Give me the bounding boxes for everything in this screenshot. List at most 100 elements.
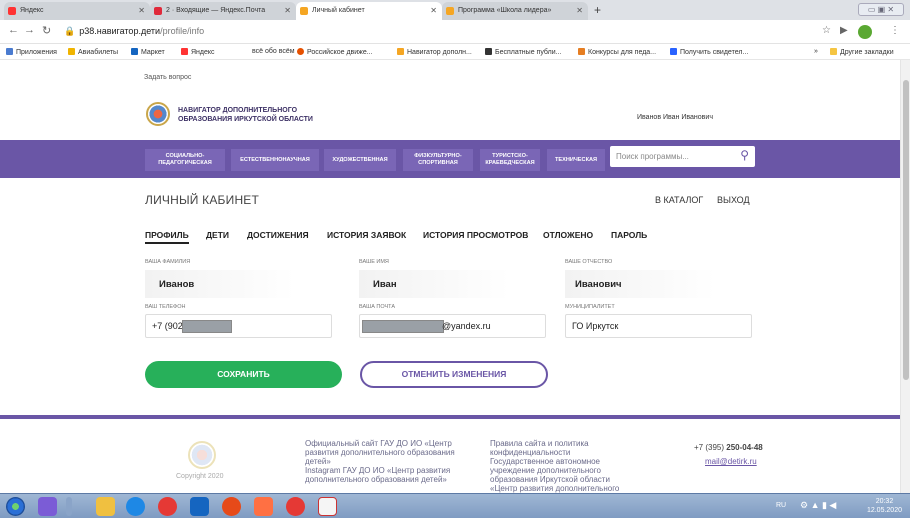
bookmark-market[interactable]: Маркет — [131, 48, 165, 56]
municipality-field[interactable]: ГО Иркутск — [565, 314, 752, 338]
chrome-icon[interactable] — [158, 497, 177, 516]
bookmarks-bar: Приложения Авиабилеты Маркет Яндекс всё … — [0, 44, 910, 60]
tab-achievements[interactable]: ДОСТИЖЕНИЯ — [247, 230, 309, 240]
tab-program[interactable]: Программа «Школа лидера» ✕ — [442, 2, 588, 20]
search-icon[interactable]: ⚲ — [740, 148, 749, 162]
language-indicator[interactable]: RU — [776, 502, 786, 509]
browser-tabstrip: Яндекс ✕ 2 · Входящие — Яндекс.Почта ✕ Л… — [0, 0, 910, 20]
footer-phone[interactable]: +7 (395) 250-04-48 — [694, 443, 763, 452]
clock[interactable]: 20:32 12.05.2020 — [867, 497, 902, 515]
patronymic-field[interactable]: Иванович — [565, 272, 752, 296]
tab-mail[interactable]: 2 · Входящие — Яндекс.Почта ✕ — [150, 2, 296, 20]
phone-label: ВАШ ТЕЛЕФОН — [145, 304, 186, 310]
bookmarks-more[interactable]: » — [814, 48, 818, 55]
save-button[interactable]: СОХРАНИТЬ — [145, 361, 342, 388]
category-science[interactable]: ЕСТЕСТВЕННОНАУЧНАЯ — [231, 149, 319, 171]
category-sport[interactable]: ФИЗКУЛЬТУРНО-СПОРТИВНАЯ — [403, 149, 473, 171]
bookmark-navigator[interactable]: Навигатор дополн... — [397, 48, 472, 56]
extension-icon[interactable] — [858, 25, 872, 39]
publication-icon — [485, 48, 492, 55]
tab-requests-history[interactable]: ИСТОРИЯ ЗАЯВОК — [327, 230, 406, 240]
back-icon[interactable]: ← — [8, 24, 19, 36]
app-icon[interactable] — [254, 497, 273, 516]
bookmark-rdsh[interactable]: Российское движе... — [297, 48, 373, 56]
logo-line: ОБРАЗОВАНИЯ ИРКУТСКОЙ ОБЛАСТИ — [178, 116, 313, 123]
bookmark-label: Авиабилеты — [78, 49, 119, 56]
app-icon[interactable] — [222, 497, 241, 516]
bookmark-label: Яндекс — [191, 49, 215, 56]
tab-password[interactable]: ПАРОЛЬ — [611, 230, 647, 240]
window-controls[interactable]: ▭ ▣ ✕ — [858, 3, 904, 16]
menu-icon[interactable]: ⋮ — [890, 25, 900, 36]
app-icon[interactable] — [38, 497, 57, 516]
rules-link[interactable]: конфиденциальности — [490, 448, 619, 457]
bookmark-contests[interactable]: Конкурсы для педа... — [578, 48, 656, 56]
close-icon[interactable]: ✕ — [284, 2, 291, 20]
name-field[interactable]: Иван — [359, 272, 546, 296]
tab-views-history[interactable]: ИСТОРИЯ ПРОСМОТРОВ — [423, 230, 528, 240]
cancel-changes-button[interactable]: ОТМЕНИТЬ ИЗМЕНЕНИЯ — [360, 361, 548, 388]
reload-icon[interactable]: ↻ — [42, 24, 51, 37]
yandex-icon[interactable] — [318, 497, 337, 516]
catalog-link[interactable]: В КАТАЛОГ — [655, 195, 703, 205]
tab-postponed[interactable]: ОТЛОЖЕНО — [543, 230, 593, 240]
tray-icons[interactable]: ⚙ ▲ ▮ ◀ — [800, 500, 836, 511]
redacted-block — [362, 320, 444, 333]
forward-icon[interactable]: → — [24, 24, 35, 36]
surname-field[interactable]: Иванов — [145, 272, 332, 296]
close-icon[interactable]: ✕ — [430, 2, 437, 20]
bookmark-label: Приложения — [16, 49, 57, 56]
category-technical[interactable]: ТЕХНИЧЕСКАЯ — [547, 149, 605, 171]
bookmark-apps[interactable]: Приложения — [6, 48, 57, 56]
patronymic-value: Иванович — [575, 279, 622, 290]
site-logo-icon[interactable] — [146, 102, 170, 126]
certificate-icon — [670, 48, 677, 55]
user-name[interactable]: Иванов Иван Иванович — [637, 114, 713, 121]
close-icon[interactable]: ✕ — [138, 2, 145, 20]
start-icon[interactable] — [6, 497, 25, 516]
logout-link[interactable]: ВЫХОД — [717, 195, 750, 205]
email-field[interactable]: @yandex.ru — [359, 314, 546, 338]
yandex-browser-icon[interactable] — [286, 497, 305, 516]
bookmark-other[interactable]: Другие закладки — [830, 48, 894, 56]
cast-icon[interactable]: ▶ — [840, 25, 848, 36]
scroll-thumb[interactable] — [903, 80, 909, 380]
instagram-link[interactable]: Instagram ГАУ ДО ИО «Центр развития — [305, 466, 455, 475]
tab-profile[interactable]: ПРОФИЛЬ — [145, 230, 189, 244]
search-input[interactable] — [616, 149, 726, 164]
official-site-link[interactable]: детей» — [305, 457, 455, 466]
bookmark-certificate[interactable]: Получить свидетел... — [670, 48, 748, 56]
org-text: учреждение дополнительного — [490, 466, 601, 475]
tab-children[interactable]: ДЕТИ — [206, 230, 229, 240]
new-tab-button[interactable]: + — [594, 3, 601, 17]
rules-link[interactable]: Правила сайта и политика — [490, 439, 619, 448]
site-logo-text[interactable]: НАВИГАТОР ДОПОЛНИТЕЛЬНОГО ОБРАЗОВАНИЯ ИР… — [178, 106, 313, 124]
instagram-link[interactable]: дополнительного образования детей» — [305, 475, 455, 484]
url-field[interactable]: 🔒 p38.навигатор.дети/profile/info — [64, 26, 204, 37]
official-site-link[interactable]: развития дополнительного образования — [305, 448, 455, 457]
phone-field[interactable]: +7 (902) — [145, 314, 332, 338]
ask-question-link[interactable]: Задать вопрос — [144, 74, 191, 81]
bookmark-label: Навигатор дополн... — [407, 49, 472, 56]
tab-yandex[interactable]: Яндекс ✕ — [4, 2, 150, 20]
redacted-block — [182, 320, 232, 333]
close-icon[interactable]: ✕ — [576, 2, 583, 20]
ie-icon[interactable] — [126, 497, 145, 516]
footer-email-link[interactable]: mail@detirk.ru — [705, 457, 757, 466]
explorer-icon[interactable] — [96, 497, 115, 516]
category-tourism[interactable]: ТУРИСТСКО-КРАЕВЕДЧЕСКАЯ — [480, 149, 540, 171]
tab-title: Программа «Школа лидера» — [458, 7, 552, 14]
bookmark-publications[interactable]: Бесплатные публи... — [485, 48, 561, 56]
word-icon[interactable] — [190, 497, 209, 516]
star-icon[interactable]: ☆ — [822, 25, 831, 36]
category-art[interactable]: ХУДОЖЕСТВЕННАЯ — [324, 149, 396, 171]
bookmark-aviabilety[interactable]: Авиабилеты — [68, 48, 118, 56]
category-social[interactable]: СОЦИАЛЬНО-ПЕДАГОГИЧЕСКАЯ — [145, 149, 225, 171]
official-site-link[interactable]: Официальный сайт ГАУ ДО ИО «Центр — [305, 439, 455, 448]
bookmark-vse[interactable]: всё обо всём — [252, 48, 295, 55]
bookmark-yandex[interactable]: Яндекс — [181, 48, 215, 56]
page-scrollbar[interactable] — [900, 60, 910, 493]
tab-profile[interactable]: Личный кабинет ✕ — [296, 2, 442, 20]
footer: Copyright 2020 Официальный сайт ГАУ ДО И… — [0, 419, 900, 493]
footer-col-2: Правила сайта и политика конфиденциально… — [490, 439, 619, 493]
